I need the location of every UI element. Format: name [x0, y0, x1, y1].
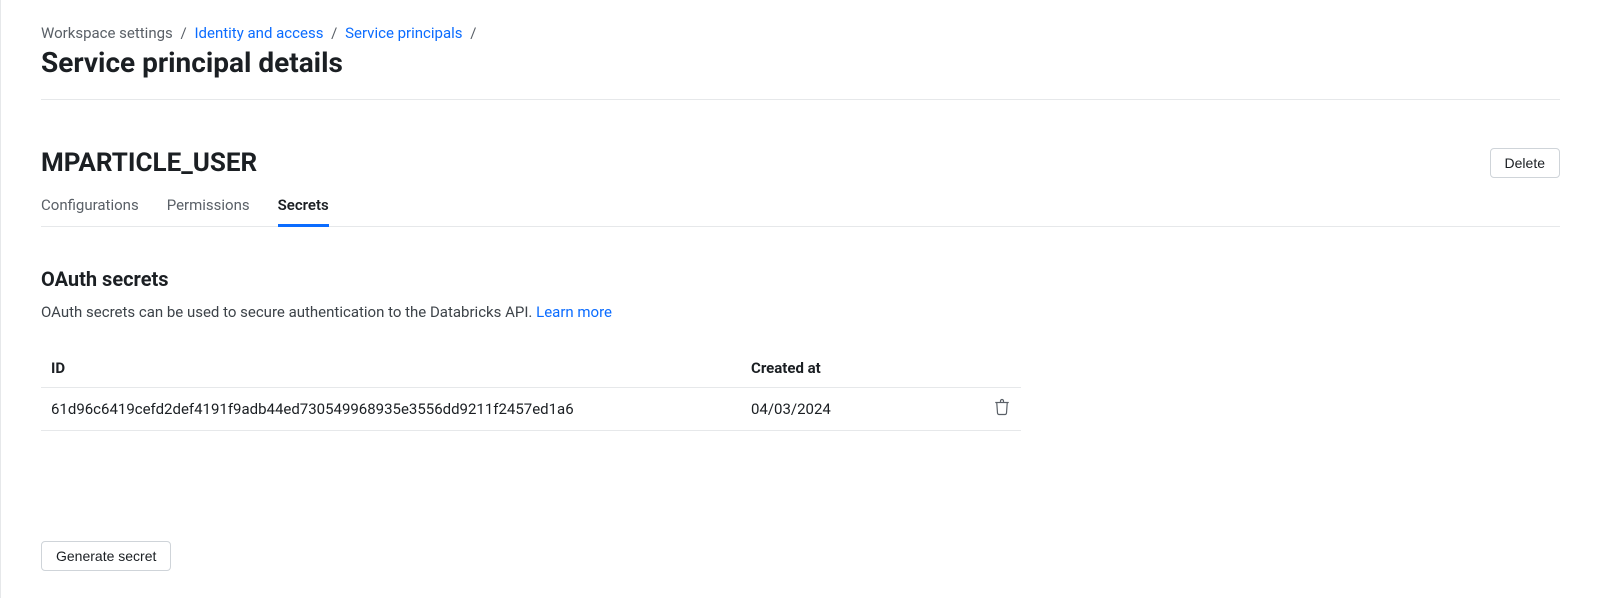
- secrets-table: ID Created at 61d96c6419cefd2def4191f9ad…: [41, 349, 1021, 431]
- secret-created-at-cell: 04/03/2024: [741, 388, 971, 431]
- table-row: 61d96c6419cefd2def4191f9adb44ed730549968…: [41, 388, 1021, 431]
- trash-icon[interactable]: [993, 398, 1011, 416]
- tab-permissions[interactable]: Permissions: [167, 190, 250, 227]
- table-header-row: ID Created at: [41, 349, 1021, 388]
- column-header-id: ID: [41, 349, 741, 388]
- generate-secret-button[interactable]: Generate secret: [41, 541, 171, 571]
- generate-secret-wrap: Generate secret: [41, 541, 1560, 571]
- tab-configurations[interactable]: Configurations: [41, 190, 139, 227]
- breadcrumb-item-workspace-settings: Workspace settings: [41, 24, 173, 42]
- oauth-secrets-description-text: OAuth secrets can be used to secure auth…: [41, 303, 536, 321]
- breadcrumb-separator: /: [327, 24, 341, 42]
- delete-button[interactable]: Delete: [1490, 148, 1560, 178]
- learn-more-link[interactable]: Learn more: [536, 303, 612, 321]
- divider: [41, 99, 1560, 100]
- column-header-created-at: Created at: [741, 349, 971, 388]
- page-title: Service principal details: [41, 46, 1560, 79]
- tab-secrets[interactable]: Secrets: [278, 190, 329, 227]
- breadcrumb-separator: /: [177, 24, 191, 42]
- column-header-actions: [971, 349, 1021, 388]
- secret-actions-cell: [971, 388, 1021, 431]
- tabs: Configurations Permissions Secrets: [41, 190, 1560, 227]
- oauth-secrets-description: OAuth secrets can be used to secure auth…: [41, 303, 1560, 321]
- oauth-secrets-title: OAuth secrets: [41, 267, 1560, 291]
- breadcrumb-item-service-principals[interactable]: Service principals: [345, 24, 462, 42]
- breadcrumb-separator: /: [466, 24, 480, 42]
- principal-header: MPARTICLE_USER Delete: [41, 148, 1560, 178]
- breadcrumb: Workspace settings / Identity and access…: [41, 24, 1560, 42]
- breadcrumb-item-identity-and-access[interactable]: Identity and access: [194, 24, 323, 42]
- page-root: Workspace settings / Identity and access…: [0, 0, 1600, 598]
- secret-id-cell: 61d96c6419cefd2def4191f9adb44ed730549968…: [41, 388, 741, 431]
- principal-name: MPARTICLE_USER: [41, 148, 257, 178]
